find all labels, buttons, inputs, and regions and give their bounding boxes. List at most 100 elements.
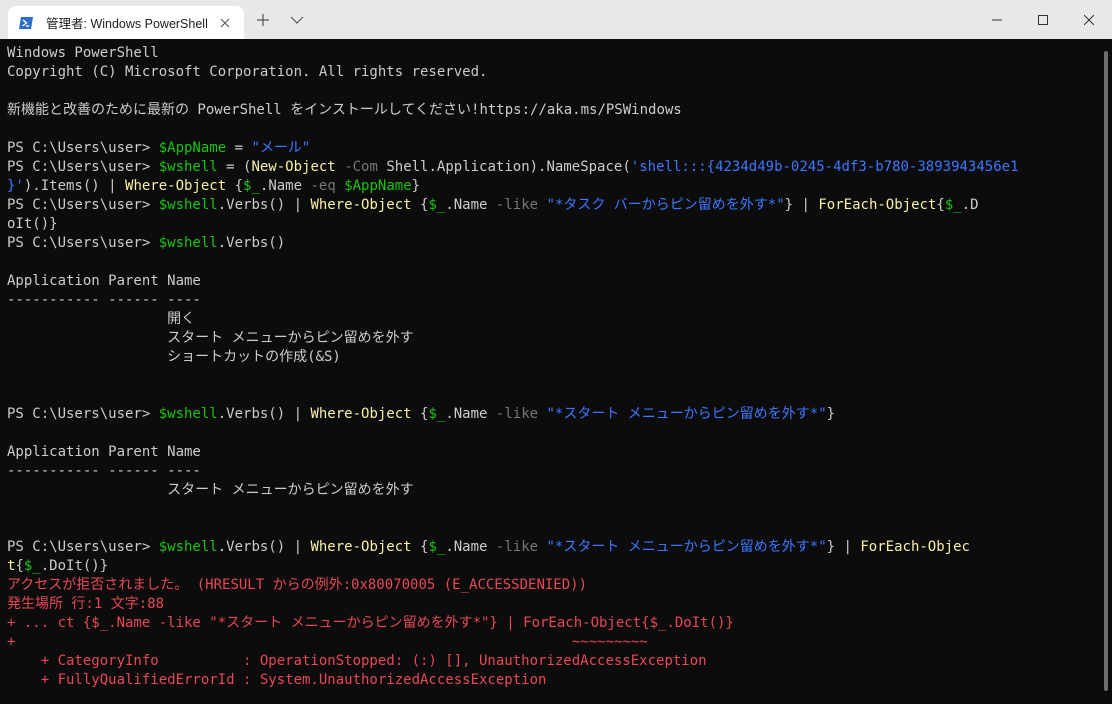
terminal-text: $_ — [23, 558, 41, 574]
terminal-output[interactable]: Windows PowerShell Copyright (C) Microsof… — [0, 39, 1098, 704]
terminal-text: } | — [784, 197, 819, 213]
terminal-text: $_ — [944, 197, 962, 213]
minimize-button[interactable] — [974, 0, 1020, 39]
terminal-text: PS C:\Users\user> — [7, 406, 159, 422]
tab-dropdown-button[interactable] — [280, 0, 314, 39]
terminal-line: + ... ct {$_.Name -like "*スタート メニューからピン留… — [7, 614, 1098, 633]
terminal-line: Application Parent Name — [7, 443, 1098, 462]
terminal-text: "メール" — [251, 140, 311, 156]
terminal-text: { — [226, 178, 244, 194]
terminal-text: .Name — [445, 197, 496, 213]
terminal-line: PS C:\Users\user> $AppName = "メール" — [7, 139, 1098, 158]
terminal-text: -like — [495, 197, 539, 213]
terminal-text: } — [411, 178, 421, 194]
terminal-text: { — [411, 197, 429, 213]
terminal-text: + ~~~~~~~~~ — [7, 634, 648, 650]
terminal-line: アクセスが拒否されました。 (HRESULT からの例外:0x80070005 … — [7, 576, 1098, 595]
terminal-line: Copyright (C) Microsoft Corporation. All… — [7, 63, 1098, 82]
terminal-line: oIt()} — [7, 215, 1098, 234]
terminal-text: -Com — [344, 159, 378, 175]
terminal-text: "*タスク バーからピン留めを外す*" — [546, 197, 785, 213]
terminal-text: "*スタート メニューからピン留めを外す*" — [546, 406, 827, 422]
terminal-line: + FullyQualifiedErrorId : System.Unautho… — [7, 671, 1098, 690]
maximize-button[interactable] — [1020, 0, 1066, 39]
terminal-text: { — [411, 539, 429, 555]
terminal-text: PS C:\Users\user> — [7, 159, 159, 175]
terminal-text: .Name — [445, 406, 496, 422]
terminal-text: ----------- ------ ---- — [7, 292, 201, 308]
tab-powershell[interactable]: 管理者: Windows PowerShell — [8, 6, 244, 39]
terminal-text: スタート メニューからピン留めを外す — [7, 330, 414, 346]
title-bar: 管理者: Windows PowerShell — [0, 0, 1112, 39]
terminal-text: } — [826, 406, 836, 422]
terminal-line: 新機能と改善のために最新の PowerShell をインストールしてください!h… — [7, 101, 1098, 120]
terminal-text: $wshell — [158, 406, 218, 422]
terminal-line: PS C:\Users\user> $wshell = (New-Object … — [7, 158, 1098, 177]
terminal-text: $_ — [243, 178, 260, 194]
terminal-text: アクセスが拒否されました。 (HRESULT からの例外:0x80070005 … — [7, 577, 588, 593]
terminal-line: t{$_.DoIt()} — [7, 557, 1098, 576]
terminal-text: Where-Object — [125, 178, 227, 194]
terminal-line: 開く — [7, 310, 1098, 329]
new-tab-button[interactable] — [246, 0, 280, 39]
terminal-text: Where-Object — [310, 406, 412, 422]
terminal-text: $AppName — [158, 140, 227, 156]
terminal-line: + ~~~~~~~~~ — [7, 633, 1098, 652]
terminal-text: 新機能と改善のために最新の PowerShell をインストールしてください!h… — [7, 102, 682, 118]
terminal-line: スタート メニューからピン留めを外す — [7, 329, 1098, 348]
terminal-text: 'shell:::{4234d49b-0245-4df3-b780-389394… — [630, 159, 1019, 175]
terminal-text: ----------- ------ ---- — [7, 463, 201, 479]
terminal-text: Shell.Application).NameSpace( — [377, 159, 631, 175]
terminal-line: + CategoryInfo : OperationStopped: (:) [… — [7, 652, 1098, 671]
terminal-text: Where-Object — [310, 197, 412, 213]
terminal-text: PS C:\Users\user> — [7, 235, 159, 251]
close-icon — [220, 18, 230, 27]
terminal-text: $wshell — [158, 159, 218, 175]
terminal-text: }' — [7, 178, 24, 194]
terminal-text: ).Items() | — [23, 178, 126, 194]
title-bar-drag-area[interactable] — [314, 0, 974, 39]
terminal-line: スタート メニューからピン留めを外す — [7, 481, 1098, 500]
terminal-scrollbar[interactable] — [1098, 39, 1112, 704]
terminal-text: 発生場所 行:1 文字:88 — [7, 596, 165, 612]
terminal-line: PS C:\Users\user> $wshell.Verbs() | Wher… — [7, 538, 1098, 557]
terminal-line: ----------- ------ ---- — [7, 462, 1098, 481]
window-close-button[interactable] — [1066, 0, 1112, 39]
terminal-text: { — [936, 197, 945, 213]
minimize-icon — [992, 19, 1002, 20]
terminal-line: ----------- ------ ---- — [7, 291, 1098, 310]
terminal-line: Windows PowerShell — [7, 44, 1098, 63]
terminal-text: .Verbs() — [217, 235, 286, 251]
maximize-icon — [1038, 14, 1048, 25]
terminal-text: .DoIt()} — [40, 558, 109, 574]
terminal-text: -like — [495, 406, 539, 422]
terminal-text: .Verbs() | — [217, 406, 311, 422]
terminal-text: $_ — [428, 539, 446, 555]
scrollbar-thumb[interactable] — [1104, 51, 1108, 691]
terminal-text: = ( — [217, 159, 252, 175]
terminal-text: $wshell — [158, 235, 218, 251]
terminal-text: スタート メニューからピン留めを外す — [7, 482, 414, 498]
terminal-text: -like — [495, 539, 539, 555]
terminal-text: .Verbs() | — [217, 539, 311, 555]
terminal-line: Application Parent Name — [7, 272, 1098, 291]
terminal-text: Windows PowerShell — [7, 45, 159, 61]
tab-close-button[interactable] — [214, 12, 236, 34]
terminal-text: .Name — [259, 178, 311, 194]
powershell-icon — [19, 16, 33, 29]
terminal-line: PS C:\Users\user> $wshell.Verbs() | Wher… — [7, 405, 1098, 424]
terminal-text: + ... ct {$_.Name -like "*スタート メニューからピン留… — [7, 615, 734, 631]
terminal-text: ForEach-Objec — [860, 539, 970, 555]
terminal-text: .Verbs() | — [217, 197, 311, 213]
terminal-text: -eq — [310, 178, 336, 194]
terminal-text: $wshell — [158, 539, 218, 555]
terminal-text: PS C:\Users\user> — [7, 539, 159, 555]
